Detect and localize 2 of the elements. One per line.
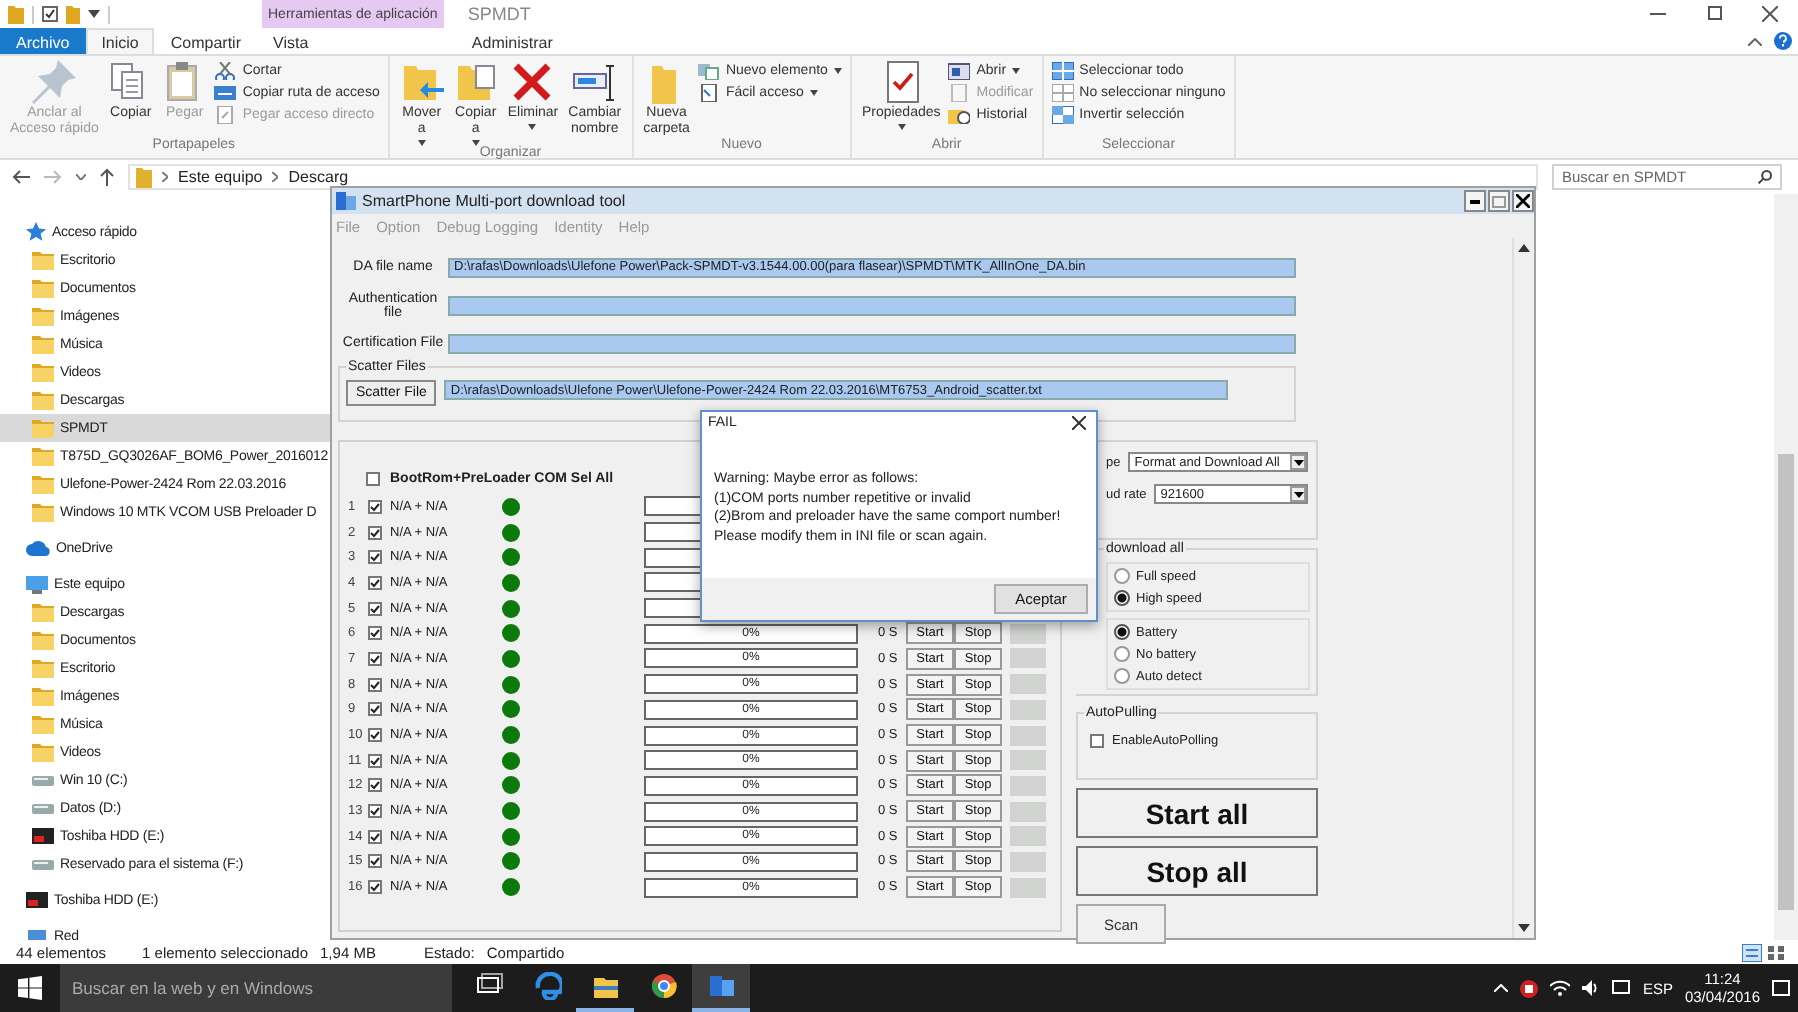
window-title: SPMDT — [467, 4, 531, 24]
window-title: SmartPhone Multi-port download tool — [362, 192, 626, 210]
